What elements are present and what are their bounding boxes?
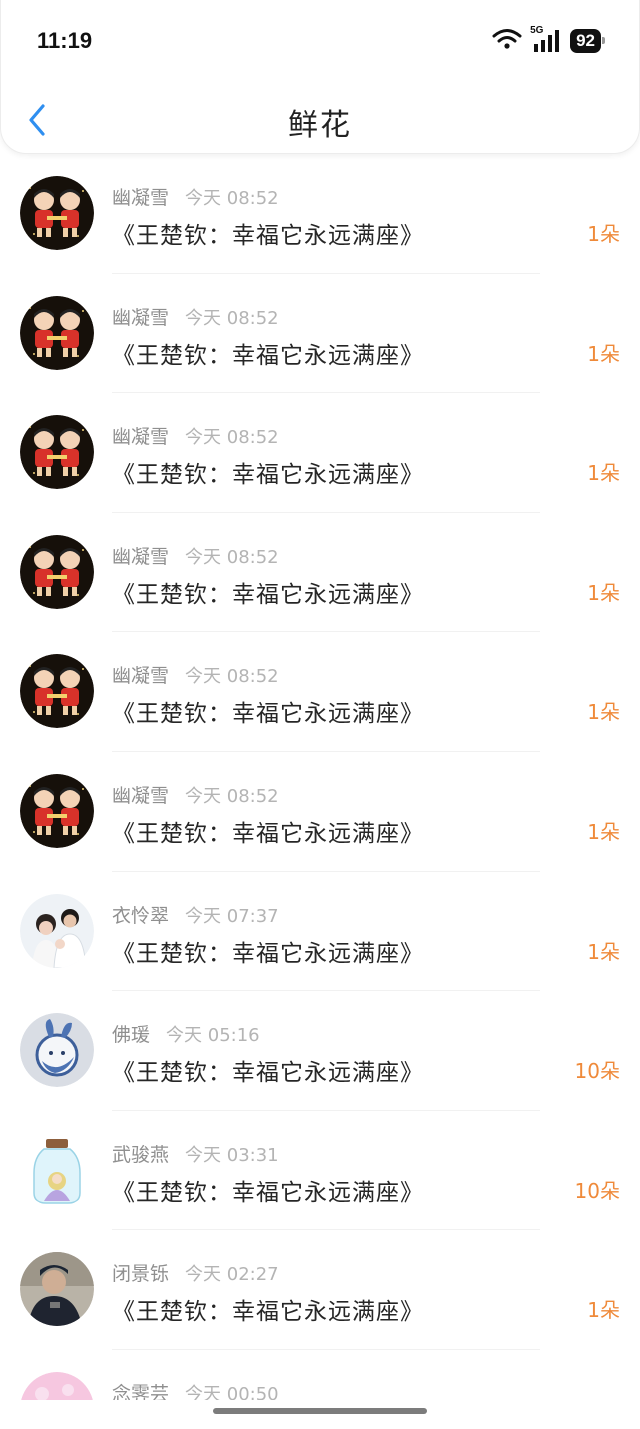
avatar[interactable] (20, 295, 94, 370)
timestamp: 今天 05:16 (166, 1025, 260, 1047)
list-item[interactable]: 幽凝雪 今天 08:52 《王楚钦：幸福它永远满座》 1朵 (0, 632, 640, 752)
sender-name[interactable]: 幽凝雪 今天 08:52 (112, 661, 279, 688)
sender-name-text: 幽凝雪 (112, 784, 170, 807)
book-title[interactable]: 《王楚钦：幸福它永远满座》 (112, 934, 424, 968)
flower-count: 10朵 (574, 1178, 620, 1203)
list-item[interactable]: 幽凝雪 今天 08:52 《王楚钦：幸福它永远满座》 1朵 (0, 513, 640, 633)
sender-name-text: 佛瑗 (112, 1024, 151, 1047)
avatar[interactable] (20, 1252, 94, 1327)
timestamp: 今天 02:27 (185, 1264, 279, 1286)
sender-name-text: 幽凝雪 (112, 187, 170, 209)
flower-count: 1朵 (587, 222, 620, 246)
list-item[interactable]: 衣怜翠 今天 07:37 《王楚钦：幸福它永远满座》 1朵 (0, 872, 640, 992)
list-item[interactable]: 幽凝雪 今天 08:52 《王楚钦：幸福它永远满座》 1朵 (0, 274, 640, 394)
sender-name[interactable]: 幽凝雪 今天 08:52 (112, 542, 279, 569)
book-title[interactable]: 《王楚钦：幸福它永远满座》 (112, 694, 424, 728)
timestamp: 今天 08:52 (185, 307, 279, 329)
avatar[interactable] (20, 893, 94, 968)
avatar[interactable] (20, 176, 94, 250)
avatar[interactable] (20, 534, 94, 609)
list-item[interactable]: 闭景铄 今天 02:27 《王楚钦：幸福它永远满座》 1朵 (0, 1230, 640, 1350)
list-item[interactable]: 幽凝雪 今天 08:52 《王楚钦：幸福它永远满座》 1朵 (0, 154, 640, 274)
list-item[interactable]: 佛瑗 今天 05:16 《王楚钦：幸福它永远满座》 10朵 (0, 991, 640, 1111)
book-title[interactable]: 《王楚钦：幸福它永远满座》 (112, 336, 424, 370)
sender-name-text: 武骏燕 (112, 1143, 170, 1166)
nav-header: 11:19 5G 92 鲜花 (0, 0, 640, 154)
status-time: 11:19 (37, 28, 93, 53)
avatar[interactable] (20, 654, 94, 729)
status-icons: 5G 92 (492, 25, 605, 54)
timestamp: 今天 00:50 (185, 1383, 279, 1400)
book-title[interactable]: 《王楚钦：幸福它永远满座》 (112, 575, 424, 609)
sender-name[interactable]: 闭景铄 今天 02:27 (112, 1259, 279, 1286)
flower-count: 1朵 (587, 1298, 620, 1323)
sender-name[interactable]: 幽凝雪 今天 08:52 (112, 422, 279, 449)
flower-count: 1朵 (587, 580, 620, 605)
sender-name-text: 闭景铄 (112, 1263, 170, 1286)
avatar[interactable] (20, 773, 94, 848)
book-title[interactable]: 《王楚钦：幸福它永远满座》 (112, 216, 424, 250)
sender-name[interactable]: 佛瑗 今天 05:16 (112, 1020, 260, 1047)
sender-name[interactable]: 幽凝雪 今天 08:52 (112, 781, 279, 808)
sender-name[interactable]: 幽凝雪 今天 08:52 (112, 183, 279, 210)
avatar[interactable] (20, 1013, 94, 1088)
battery-indicator: 92 (570, 29, 605, 53)
book-title[interactable]: 《王楚钦：幸福它永远满座》 (112, 814, 424, 848)
avatar[interactable] (20, 415, 94, 490)
flower-count: 1朵 (587, 939, 620, 964)
sender-name-text: 幽凝雪 (112, 545, 170, 568)
book-title[interactable]: 《王楚钦：幸福它永远满座》 (112, 1173, 424, 1207)
sender-name[interactable]: 幽凝雪 今天 08:52 (112, 303, 279, 330)
timestamp: 今天 08:52 (185, 427, 279, 449)
flower-count: 1朵 (587, 461, 620, 486)
flower-count: 10朵 (574, 1059, 620, 1084)
gift-record-list[interactable]: 幽凝雪 今天 08:52 《王楚钦：幸福它永远满座》 1朵 幽凝雪 今天 08:52 《王楚… (0, 154, 640, 1400)
bottom-safe-area (0, 1400, 640, 1429)
book-title[interactable]: 《王楚钦：幸福它永远满座》 (112, 1292, 424, 1326)
timestamp: 今天 08:52 (185, 666, 279, 688)
avatar[interactable] (20, 1371, 94, 1400)
timestamp: 今天 08:52 (185, 546, 279, 568)
timestamp: 今天 07:37 (185, 905, 279, 927)
sender-name-text: 衣怜翠 (112, 904, 170, 927)
book-title[interactable]: 《王楚钦：幸福它永远满座》 (112, 1053, 424, 1087)
list-item[interactable]: 念霁芸今天 00:50《王楚钦：幸福它永远满座》1朵 (0, 1350, 640, 1400)
list-item[interactable]: 武骏燕 今天 03:31 《王楚钦：幸福它永远满座》 10朵 (0, 1111, 640, 1231)
sender-name-text: 幽凝雪 (112, 306, 170, 329)
flower-count: 1朵 (587, 341, 620, 366)
timestamp: 今天 08:52 (185, 188, 279, 209)
book-title[interactable]: 《王楚钦：幸福它永远满座》 (112, 455, 424, 489)
page-title: 鲜花 (288, 108, 352, 143)
list-item[interactable]: 幽凝雪 今天 08:52 《王楚钦：幸福它永远满座》 1朵 (0, 752, 640, 872)
avatar[interactable] (20, 1132, 94, 1207)
flower-count: 1朵 (587, 819, 620, 844)
list-item[interactable]: 幽凝雪 今天 08:52 《王楚钦：幸福它永远满座》 1朵 (0, 393, 640, 513)
cellular-icon: 5G (530, 25, 562, 53)
sender-name[interactable]: 念霁芸 今天 00:50 (112, 1379, 279, 1400)
sender-name-text: 幽凝雪 (112, 426, 170, 449)
sender-name-text: 幽凝雪 (112, 665, 170, 688)
timestamp: 今天 03:31 (185, 1144, 279, 1166)
sender-name-text: 念霁芸 (112, 1382, 170, 1400)
wifi-icon (492, 28, 522, 54)
timestamp: 今天 08:52 (185, 785, 279, 807)
sender-name[interactable]: 武骏燕 今天 03:31 (112, 1140, 279, 1167)
flower-count: 1朵 (587, 700, 620, 725)
home-indicator[interactable] (213, 1408, 427, 1414)
sender-name[interactable]: 衣怜翠 今天 07:37 (112, 901, 279, 928)
